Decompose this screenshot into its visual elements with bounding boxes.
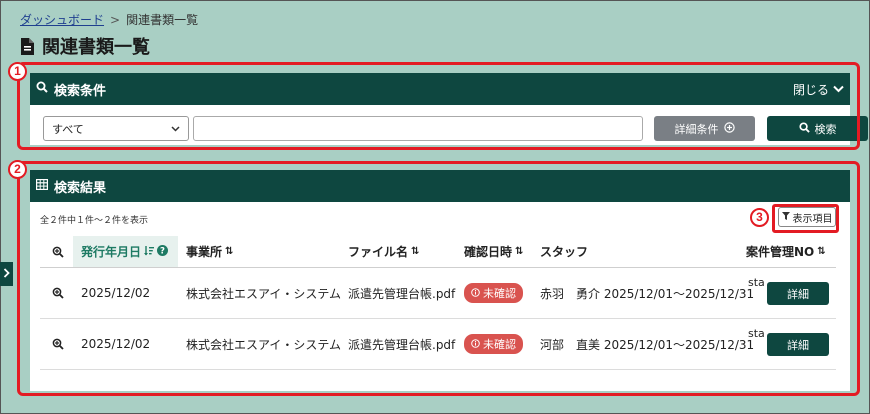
annotation-box-3	[772, 204, 839, 233]
document-icon	[20, 37, 34, 55]
sidebar-expand-tab[interactable]	[0, 262, 13, 286]
callout-3: 3	[750, 208, 769, 227]
callout-1: 1	[8, 62, 27, 81]
page-title-text: 関連書類一覧	[42, 37, 150, 58]
breadcrumb-separator: >	[110, 13, 121, 27]
page-title: 関連書類一覧	[20, 33, 150, 59]
chevron-right-icon	[3, 267, 10, 281]
breadcrumb-current: 関連書類一覧	[126, 13, 199, 27]
breadcrumb: ダッシュボード > 関連書類一覧	[20, 11, 198, 28]
annotation-box-2	[17, 161, 860, 396]
callout-2: 2	[8, 160, 27, 179]
annotation-box-1	[17, 62, 860, 150]
breadcrumb-dashboard-link[interactable]: ダッシュボード	[20, 13, 104, 27]
